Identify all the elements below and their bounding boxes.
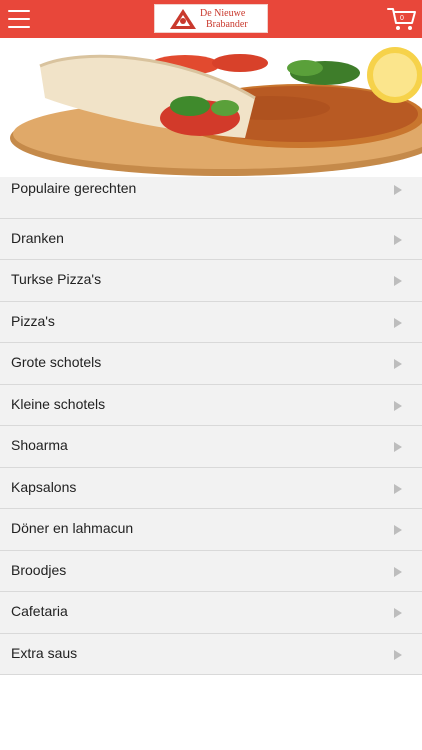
menu-item-doner-en-lahmacun[interactable]: Döner en lahmacun	[0, 509, 422, 551]
menu-item-broodjes[interactable]: Broodjes	[0, 550, 422, 592]
menu-item-turkse-pizzas[interactable]: Turkse Pizza's	[0, 260, 422, 302]
chevron-right-icon	[394, 317, 402, 328]
menu-item-label: Cafetaria	[11, 603, 68, 619]
restaurant-logo: De Nieuwe Brabander	[154, 4, 268, 33]
chevron-right-icon	[394, 525, 402, 535]
category-menu-list: Populaire gerechten Dranken Turkse Pizza…	[0, 177, 422, 675]
chevron-right-icon	[394, 359, 402, 369]
menu-item-populaire-gerechten[interactable]: Populaire gerechten	[0, 177, 422, 219]
chevron-right-icon	[394, 442, 402, 452]
menu-item-kapsalons[interactable]: Kapsalons	[0, 467, 422, 509]
menu-item-pizzas[interactable]: Pizza's	[0, 301, 422, 343]
menu-item-label: Extra saus	[11, 644, 78, 661]
menu-item-label: Turkse Pizza's	[11, 271, 102, 287]
chevron-right-icon	[394, 649, 402, 660]
logo-wordmark: De Nieuwe Brabander	[200, 8, 248, 30]
chevron-right-icon	[394, 566, 402, 577]
menu-item-grote-schotels[interactable]: Grote schotels	[0, 343, 422, 385]
logo-line-2: Brabander	[206, 19, 248, 30]
menu-item-label: Grote schotels	[11, 354, 102, 370]
menu-item-shoarma[interactable]: Shoarma	[0, 426, 422, 468]
hamburger-menu-icon[interactable]	[8, 10, 30, 28]
menu-item-label: Pizza's	[11, 312, 55, 329]
menu-item-cafetaria[interactable]: Cafetaria	[0, 592, 422, 634]
menu-item-label: Kapsalons	[11, 478, 77, 495]
chevron-right-icon	[394, 185, 402, 195]
chevron-right-icon	[394, 483, 402, 494]
menu-item-label: Döner en lahmacun	[11, 520, 134, 536]
menu-item-label: Dranken	[11, 229, 64, 246]
logo-line-1: De Nieuwe	[200, 8, 246, 19]
menu-item-label: Broodjes	[11, 561, 67, 578]
chevron-right-icon	[394, 234, 402, 245]
cart-count-badge: 0	[400, 15, 404, 22]
menu-item-label: Populaire gerechten	[11, 180, 137, 196]
menu-item-dranken[interactable]: Dranken	[0, 218, 422, 260]
menu-item-extra-saus[interactable]: Extra saus	[0, 633, 422, 675]
hamburger-line	[8, 10, 30, 12]
top-bar: De Nieuwe Brabander 0	[0, 0, 422, 38]
chevron-right-icon	[394, 276, 402, 286]
hamburger-line	[8, 18, 30, 20]
chevron-right-icon	[394, 608, 402, 618]
menu-item-kleine-schotels[interactable]: Kleine schotels	[0, 384, 422, 426]
hamburger-line	[8, 26, 30, 28]
lahmacun-wrap-image	[10, 47, 422, 176]
hero-food-image	[0, 38, 422, 184]
menu-item-label: Kleine schotels	[11, 395, 106, 412]
chevron-right-icon	[394, 400, 402, 411]
cart-button[interactable]: 0	[387, 6, 417, 32]
menu-item-label: Shoarma	[11, 437, 68, 453]
logo-emblem-icon	[170, 9, 196, 29]
